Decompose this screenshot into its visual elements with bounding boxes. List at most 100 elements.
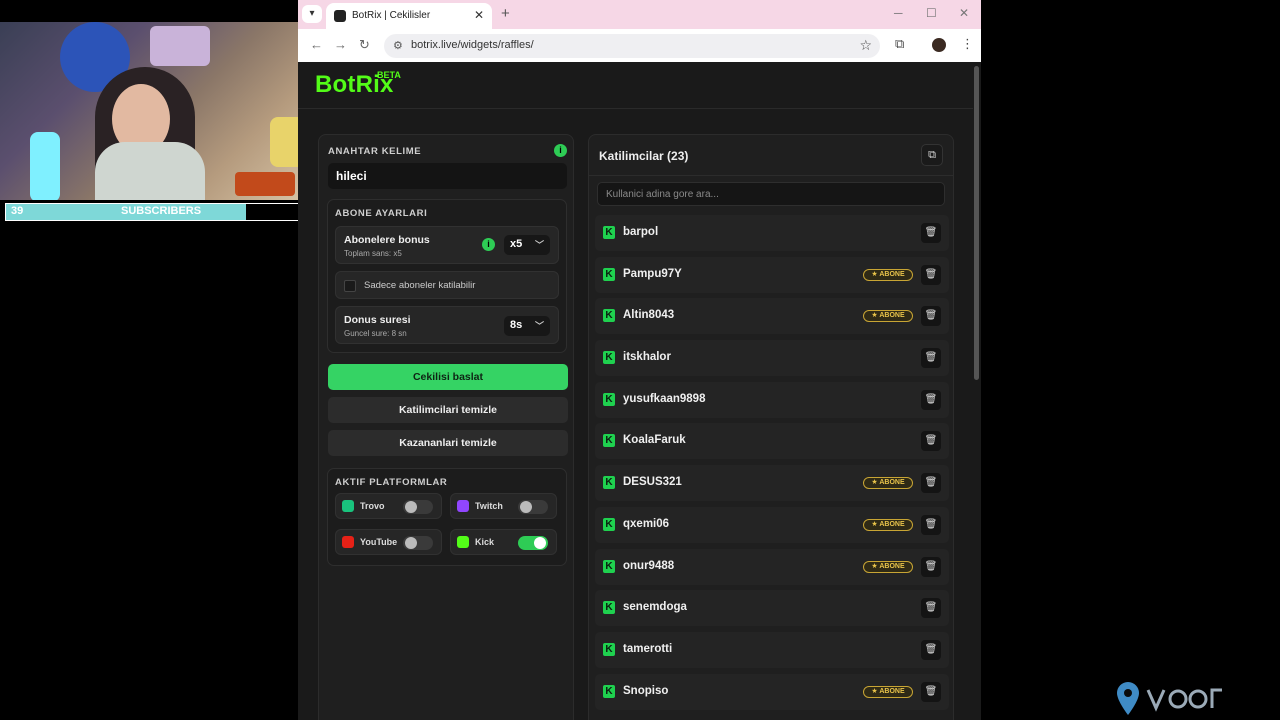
abone-badge-label: ABONE [879, 270, 905, 278]
back-icon[interactable]: ← [310, 37, 323, 52]
keyword-input[interactable]: hileci [328, 163, 567, 189]
kick-icon: K [603, 642, 615, 656]
subscriber-goal-bar: 39 SUBSCRIBERS 50 [5, 203, 317, 221]
participant-row: Kqxemi06 ★ ABONE 🗑 [595, 506, 949, 543]
chevron-down-icon: ﹀ [534, 321, 544, 331]
minimize-icon[interactable]: ─ [894, 6, 903, 20]
delete-icon[interactable]: 🗑 [921, 306, 941, 327]
new-tab-icon[interactable]: + [501, 5, 510, 22]
bonus-label: Abonelere bonus [344, 234, 430, 246]
clear-winners-button[interactable]: Kazananlari temizle [328, 430, 568, 456]
window-close-icon[interactable]: ✕ [959, 6, 969, 20]
close-tab-icon[interactable]: ✕ [474, 8, 484, 22]
tab-strip: ▾ BotRix | Cekilisler ✕ + ─ ☐ ✕ [298, 0, 981, 29]
trovo-icon [342, 500, 354, 512]
subscriber-bonus-row: Abonelere bonus Toplam sans: x5 i x5 ﹀ [335, 226, 559, 264]
reload-icon[interactable]: ↻ [359, 37, 370, 53]
delete-icon[interactable]: 🗑 [921, 389, 941, 410]
page-scrollbar[interactable] [974, 66, 979, 380]
platform-trovo: Trovo [335, 493, 442, 519]
delete-icon[interactable]: 🗑 [921, 264, 941, 285]
participant-name: barpol [623, 226, 659, 238]
participant-name: DESUS321 [623, 476, 682, 489]
platform-name: YouTube [360, 537, 398, 547]
keyword-title: ANAHTAR KELIME [328, 146, 422, 157]
kick-toggle[interactable] [518, 536, 548, 550]
keyword-info-icon[interactable]: i [554, 144, 567, 157]
bookmark-star-icon[interactable]: ☆ [859, 37, 872, 54]
twitch-icon [457, 500, 469, 512]
spin-sub: Guncel sure: 8 sn [344, 329, 407, 338]
participant-name: Altin8043 [623, 309, 675, 322]
participant-name: itskhalor [623, 351, 671, 364]
trovo-toggle[interactable] [403, 500, 433, 514]
youtube-icon [342, 536, 354, 548]
delete-icon[interactable]: 🗑 [921, 473, 941, 494]
kick-icon: K [603, 434, 615, 448]
page-content: BotRix BETA ANAHTAR KELIME i hileci ABON… [298, 62, 981, 720]
participant-name: onur9488 [623, 559, 675, 572]
subscribers-only-checkbox[interactable] [344, 280, 356, 292]
bonus-info-icon[interactable]: i [482, 238, 495, 251]
site-info-icon[interactable]: ⚙ [393, 39, 403, 52]
browser-toolbar: ← → ↻ ⚙ botrix.live/widgets/raffles/ ☆ ⧉… [298, 29, 981, 62]
delete-icon[interactable]: 🗑 [921, 514, 941, 535]
watermark-logo [1117, 682, 1222, 715]
webcam-feed [0, 22, 312, 200]
clear-participants-button[interactable]: Katilimcilari temizle [328, 397, 568, 423]
platform-youtube: YouTube [335, 529, 442, 555]
spin-duration-select[interactable]: 8s ﹀ [504, 316, 550, 336]
extensions-icon[interactable]: ⧉ [895, 36, 904, 52]
bonus-sub: Toplam sans: x5 [344, 249, 402, 258]
abone-badge: ★ ABONE [863, 518, 913, 531]
kick-icon [457, 536, 469, 548]
delete-icon[interactable]: 🗑 [921, 639, 941, 660]
tab-botrix[interactable]: BotRix | Cekilisler ✕ [326, 3, 492, 29]
subscribers-only-row[interactable]: Sadece aboneler katilabilir [335, 271, 559, 299]
forward-icon[interactable]: → [334, 37, 347, 52]
browser-window: ▾ BotRix | Cekilisler ✕ + ─ ☐ ✕ ← → ↻ ⚙ … [298, 0, 981, 720]
participant-name: Snopiso [623, 684, 669, 697]
participant-name: KoalaFaruk [623, 434, 686, 447]
browser-menu-icon[interactable]: ⋮ [961, 36, 974, 52]
participant-search-input[interactable] [597, 182, 945, 206]
participant-row: Ktamerotti 🗑 [595, 631, 949, 668]
maximize-icon[interactable]: ☐ [926, 6, 937, 20]
kick-icon: K [603, 226, 615, 239]
copy-icon[interactable]: ⧉ [921, 144, 943, 166]
start-raffle-button[interactable]: Cekilisi baslat [328, 364, 568, 390]
participant-name: yusufkaan9898 [623, 392, 706, 405]
subscriber-settings-title: ABONE AYARLARI [335, 208, 428, 219]
botrix-favicon-icon [334, 10, 346, 22]
delete-icon[interactable]: 🗑 [921, 223, 941, 243]
header-divider [298, 108, 973, 109]
bonus-select-value: x5 [510, 238, 523, 250]
kick-icon: K [603, 392, 615, 406]
address-bar[interactable]: ⚙ botrix.live/widgets/raffles/ ☆ [384, 34, 880, 58]
active-platforms-box: AKTIF PLATFORMLAR Trovo Twitch YouTube K… [327, 468, 567, 566]
profile-avatar[interactable] [932, 38, 946, 52]
participant-list: Kbarpol 🗑 K Pampu97Y ★ ABONE 🗑 K Altin8043 ★ ABO… [595, 215, 949, 715]
delete-icon[interactable]: 🗑 [921, 431, 941, 452]
participant-row: K Pampu97Y ★ ABONE 🗑 [595, 256, 949, 293]
delete-icon[interactable]: 🗑 [921, 556, 941, 577]
kick-icon: K [603, 309, 615, 323]
beta-badge: BETA [377, 70, 401, 80]
participants-panel: Katilimcilar (23) ⧉ Kbarpol 🗑 K Pampu97Y ★ A… [588, 134, 954, 720]
raffle-settings-panel: ANAHTAR KELIME i hileci ABONE AYARLARI A… [318, 134, 574, 720]
abone-badge: ★ ABONE [863, 310, 913, 323]
youtube-toggle[interactable] [403, 536, 433, 550]
participant-row: Konur9488 ★ ABONE 🗑 [595, 548, 949, 585]
twitch-toggle[interactable] [518, 500, 548, 514]
platform-kick: Kick [450, 529, 557, 555]
abone-badge: ★ ABONE [863, 685, 913, 698]
participant-name: senemdoga [623, 601, 687, 614]
delete-icon[interactable]: 🗑 [921, 681, 941, 702]
bonus-select[interactable]: x5 ﹀ [504, 235, 550, 255]
platform-name: Twitch [475, 501, 503, 511]
abone-badge: ★ ABONE [863, 560, 913, 573]
tab-search-icon[interactable]: ▾ [302, 5, 322, 23]
delete-icon[interactable]: 🗑 [921, 598, 941, 619]
delete-icon[interactable]: 🗑 [921, 348, 941, 369]
kick-icon: K [603, 559, 615, 573]
